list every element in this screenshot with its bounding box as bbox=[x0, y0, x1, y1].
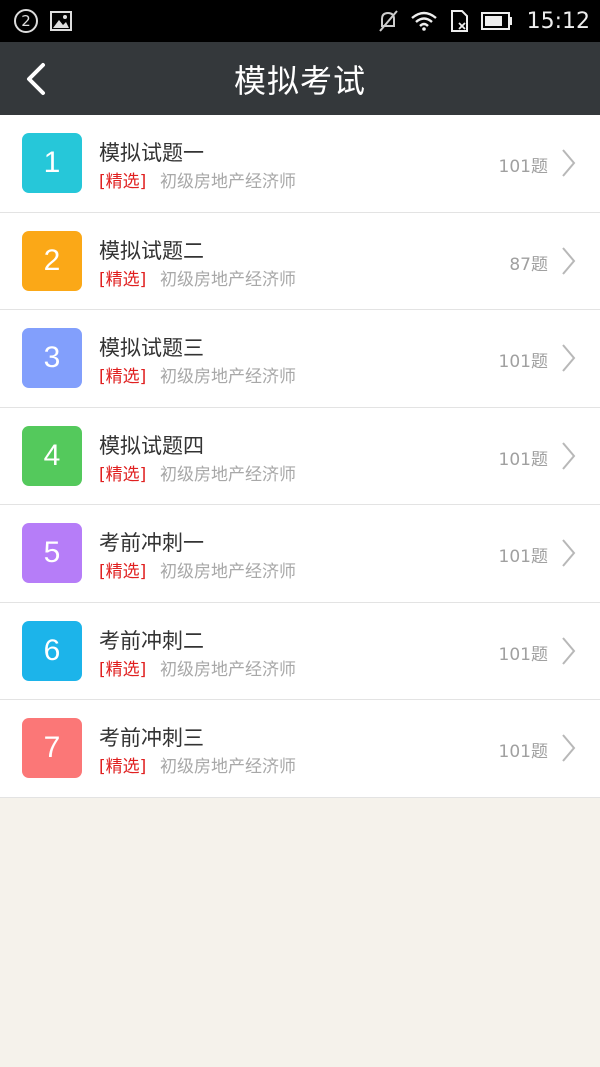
chevron-right-icon bbox=[562, 246, 576, 275]
featured-tag: [精选] bbox=[99, 464, 147, 485]
chevron-right-icon bbox=[562, 734, 576, 762]
exam-list-item[interactable]: 6 考前冲刺二 [精选] 初级房地产经济师 101题 bbox=[0, 603, 600, 700]
exam-number-tile: 3 bbox=[22, 328, 82, 388]
featured-tag: [精选] bbox=[99, 757, 147, 777]
chevron-right-icon bbox=[562, 539, 576, 567]
question-count: 101题 bbox=[498, 742, 548, 762]
exam-list-item[interactable]: 1 模拟试题一 [精选] 初级房地产经济师 101题 bbox=[0, 115, 600, 213]
exam-title: 考前冲刺一 bbox=[99, 531, 204, 555]
exam-number-tile: 7 bbox=[22, 718, 82, 778]
question-count: 87题 bbox=[509, 254, 548, 275]
exam-list-item[interactable]: 7 考前冲刺三 [精选] 初级房地产经济师 101题 bbox=[0, 700, 600, 798]
app-bar: 模拟考试 bbox=[0, 42, 600, 115]
exam-title: 模拟试题一 bbox=[99, 141, 204, 165]
exam-number-tile: 5 bbox=[22, 523, 82, 583]
exam-number-tile: 4 bbox=[22, 425, 82, 486]
exam-number-tile: 1 bbox=[22, 133, 82, 193]
featured-tag: [精选] bbox=[99, 659, 147, 680]
status-bar-left: 2 bbox=[14, 9, 72, 33]
exam-title: 模拟试题四 bbox=[99, 433, 204, 458]
chevron-right-icon bbox=[562, 636, 576, 665]
chevron-left-icon bbox=[27, 63, 45, 95]
exam-title: 模拟试题二 bbox=[99, 238, 204, 263]
page-title: 模拟考试 bbox=[233, 61, 366, 100]
question-count: 101题 bbox=[498, 157, 548, 177]
mute-icon bbox=[377, 9, 399, 33]
exam-list: 1 模拟试题一 [精选] 初级房地产经济师 101题 2 模拟试题二 [精选] … bbox=[0, 115, 600, 798]
exam-title: 模拟试题三 bbox=[99, 336, 204, 360]
exam-subtitle: 初级房地产经济师 bbox=[160, 562, 296, 582]
status-bar-right: 15:12 bbox=[377, 9, 590, 34]
chevron-right-icon bbox=[562, 344, 576, 372]
exam-number-tile: 6 bbox=[22, 620, 82, 681]
back-button[interactable] bbox=[14, 57, 58, 101]
exam-subtitle: 初级房地产经济师 bbox=[160, 464, 296, 485]
question-count: 101题 bbox=[498, 644, 548, 665]
featured-tag: [精选] bbox=[99, 172, 147, 192]
exam-list-item[interactable]: 2 模拟试题二 [精选] 初级房地产经济师 87题 bbox=[0, 213, 600, 310]
notification-count-badge: 2 bbox=[14, 9, 38, 33]
image-icon bbox=[50, 11, 72, 31]
exam-subtitle: 初级房地产经济师 bbox=[160, 172, 296, 192]
exam-title: 考前冲刺三 bbox=[99, 726, 204, 750]
exam-title: 考前冲刺二 bbox=[99, 628, 204, 653]
battery-icon bbox=[480, 12, 513, 30]
chevron-right-icon bbox=[562, 149, 576, 177]
exam-list-item[interactable]: 4 模拟试题四 [精选] 初级房地产经济师 101题 bbox=[0, 408, 600, 505]
exam-list-item[interactable]: 5 考前冲刺一 [精选] 初级房地产经济师 101题 bbox=[0, 505, 600, 603]
exam-subtitle: 初级房地产经济师 bbox=[160, 757, 296, 777]
chevron-right-icon bbox=[562, 441, 576, 470]
featured-tag: [精选] bbox=[99, 269, 147, 290]
exam-subtitle: 初级房地产经济师 bbox=[160, 659, 296, 680]
exam-subtitle: 初级房地产经济师 bbox=[160, 269, 296, 290]
question-count: 101题 bbox=[498, 449, 548, 470]
status-time: 15:12 bbox=[526, 8, 590, 34]
question-count: 101题 bbox=[498, 547, 548, 567]
exam-subtitle: 初级房地产经济师 bbox=[160, 367, 296, 387]
status-bar: 2 15:12 bbox=[0, 0, 600, 42]
exam-number-tile: 2 bbox=[22, 230, 82, 291]
question-count: 101题 bbox=[498, 352, 548, 372]
sim-icon bbox=[449, 9, 469, 33]
featured-tag: [精选] bbox=[99, 562, 147, 582]
featured-tag: [精选] bbox=[99, 367, 147, 387]
wifi-icon bbox=[410, 11, 437, 31]
exam-list-item[interactable]: 3 模拟试题三 [精选] 初级房地产经济师 101题 bbox=[0, 310, 600, 408]
